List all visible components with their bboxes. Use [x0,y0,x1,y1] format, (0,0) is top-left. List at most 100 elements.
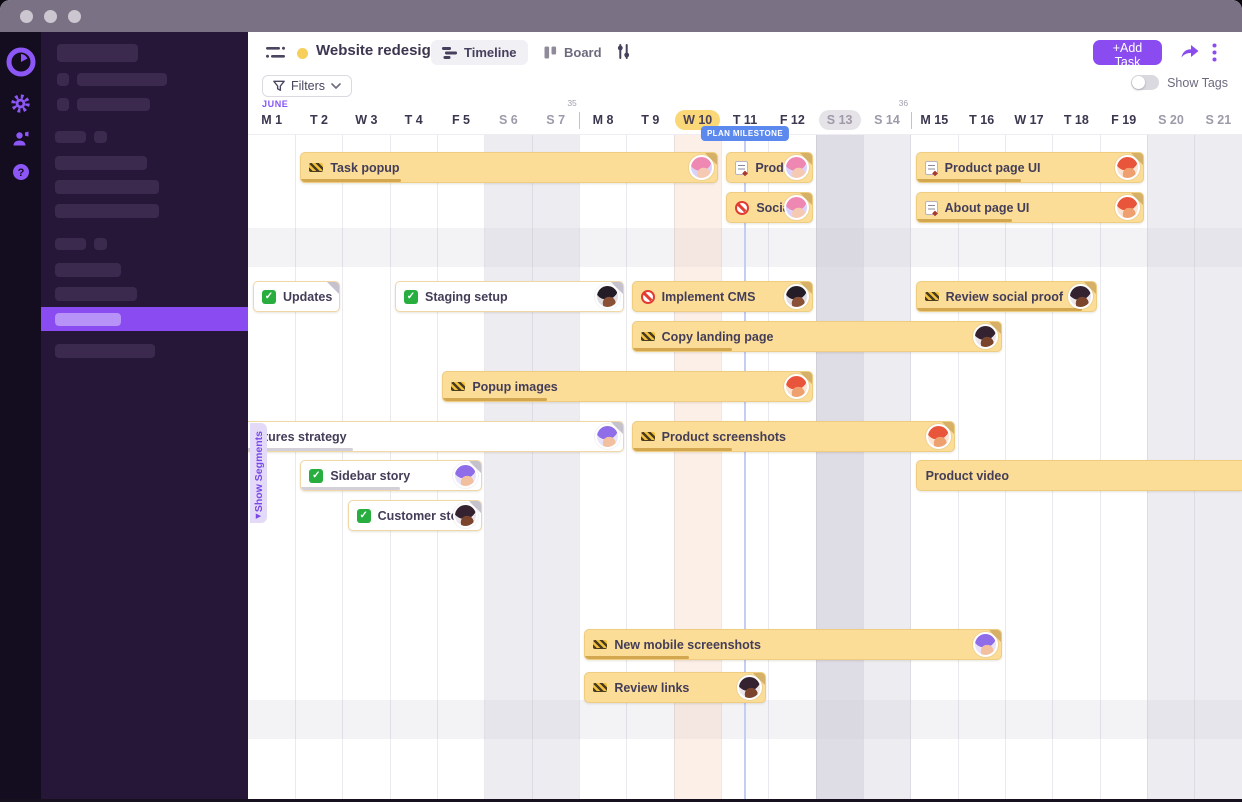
task-label: Sidebar story [330,468,411,483]
avatar[interactable] [783,155,809,180]
task-bar[interactable]: Copy landing page [631,321,1003,352]
day-header-t16[interactable]: T 16 [958,108,1005,132]
show-tags-toggle[interactable] [1131,75,1160,90]
avatar[interactable] [783,195,809,220]
day-header-f19[interactable]: F 19 [1100,108,1147,132]
settings-gear-icon[interactable] [0,93,41,119]
day-grid-line [862,135,864,799]
day-header-s21[interactable]: S 21 [1195,108,1242,132]
task-bar[interactable]: Task popup [300,152,719,183]
avatar[interactable] [1115,195,1141,220]
show-tags-label: Show Tags [1167,75,1228,90]
day-header-t9[interactable]: T 9 [627,108,674,132]
weekend-column [863,135,911,799]
show-segments-tab[interactable]: Show Segments ▶ [250,423,267,523]
show-segments-label: Show Segments [252,431,265,513]
day-header-f5[interactable]: F 5 [437,108,484,132]
skeleton-bar [55,156,147,170]
avatar[interactable] [1115,155,1141,180]
skeleton-bar [55,238,86,250]
help-icon[interactable]: ? [0,163,41,186]
day-header-t4[interactable]: T 4 [390,108,437,132]
avatar[interactable] [1067,284,1093,309]
team-icon[interactable] [0,129,41,154]
day-header-m8[interactable]: M 8 [579,108,626,132]
skeleton-bar [94,238,107,250]
avatar[interactable] [783,284,809,309]
task-bar[interactable]: Review links [584,672,766,703]
avatar[interactable] [594,284,620,309]
tab-board[interactable]: Board [533,40,613,65]
notepad-icon [735,160,749,175]
task-bar[interactable]: atures strategy [248,421,624,452]
day-header-s13[interactable]: S 13 [816,108,863,132]
task-bar[interactable]: Social [726,192,813,223]
skeleton-bar [55,204,159,218]
task-label: Implement CMS [661,289,756,304]
timeline-day-header: JUNE PLAN MILESTONE M 1T 2W 3T 4F 5S 6S … [248,96,1242,141]
window-titlebar[interactable] [0,0,1242,32]
skeleton-bar [55,313,121,326]
window-close-button[interactable] [20,10,33,23]
day-header-w17[interactable]: W 17 [1005,108,1052,132]
window-zoom-button[interactable] [68,10,81,23]
skeleton-bar [55,131,86,143]
task-bar[interactable]: Produc [726,152,813,183]
checkbox-icon: ✓ [404,289,418,304]
avatar[interactable] [973,632,999,657]
share-icon[interactable] [1180,42,1200,64]
toggle-knob [1132,76,1146,89]
task-bar[interactable]: Product screenshots [631,421,955,452]
menu-icon[interactable] [266,45,286,65]
sidebar-selected-item[interactable] [41,307,248,331]
task-bar[interactable]: ✓ Customer storie [347,500,482,531]
day-header-t18[interactable]: T 18 [1053,108,1100,132]
task-bar[interactable]: About page UI [915,192,1145,223]
filters-button[interactable]: Filters [262,75,353,97]
day-label: M 8 [592,113,614,127]
avatar[interactable] [594,424,620,449]
board-icon [544,46,557,59]
selected-day-column [816,135,864,799]
task-bar[interactable]: Popup images [442,371,813,402]
task-bar[interactable]: ✓ Sidebar story [300,460,482,491]
task-bar[interactable]: ✓ Updates [253,281,340,312]
window-minimize-button[interactable] [44,10,57,23]
avatar[interactable] [452,503,478,528]
day-header-s7[interactable]: S 7 [532,108,579,132]
plan-milestone-badge[interactable]: PLAN MILESTONE [700,126,790,141]
day-header-s6[interactable]: S 6 [485,108,532,132]
task-bar[interactable]: Product page UI [915,152,1145,183]
add-task-button[interactable]: +Add Task [1093,40,1162,69]
task-label: Popup images [472,379,558,394]
filters-label: Filters [291,79,326,93]
tab-timeline[interactable]: Timeline [431,40,528,65]
avatar[interactable] [736,675,762,700]
task-bar[interactable]: Review social proof [915,281,1097,312]
day-header-t2[interactable]: T 2 [295,108,342,132]
task-progress-indicator [301,179,402,182]
task-bar[interactable]: New mobile screenshots [584,629,1003,660]
avatar[interactable] [783,374,809,399]
day-header-m1[interactable]: M 1 [248,108,295,132]
barrier-icon [309,163,324,172]
avatar[interactable] [452,463,478,488]
task-progress-indicator [916,308,1082,311]
avatar[interactable] [689,155,715,180]
kebab-menu-icon[interactable] [1212,43,1217,67]
day-label: F 19 [1111,113,1137,127]
day-header-w3[interactable]: W 3 [343,108,390,132]
day-header-m15[interactable]: M 15 [911,108,958,132]
day-label: T 4 [404,113,423,127]
sliders-icon[interactable] [616,43,631,65]
task-bar[interactable]: Implement CMS [631,281,813,312]
week-tick [910,112,912,129]
toggl-plan-logo-icon[interactable] [0,47,41,82]
day-header-s14[interactable]: S 14 [863,108,910,132]
avatar[interactable] [973,324,999,349]
task-bar[interactable]: Product video [915,460,1242,491]
day-header-s20[interactable]: S 20 [1147,108,1194,132]
skeleton-bar [57,98,69,111]
avatar[interactable] [925,424,951,449]
task-bar[interactable]: ✓ Staging setup [395,281,624,312]
